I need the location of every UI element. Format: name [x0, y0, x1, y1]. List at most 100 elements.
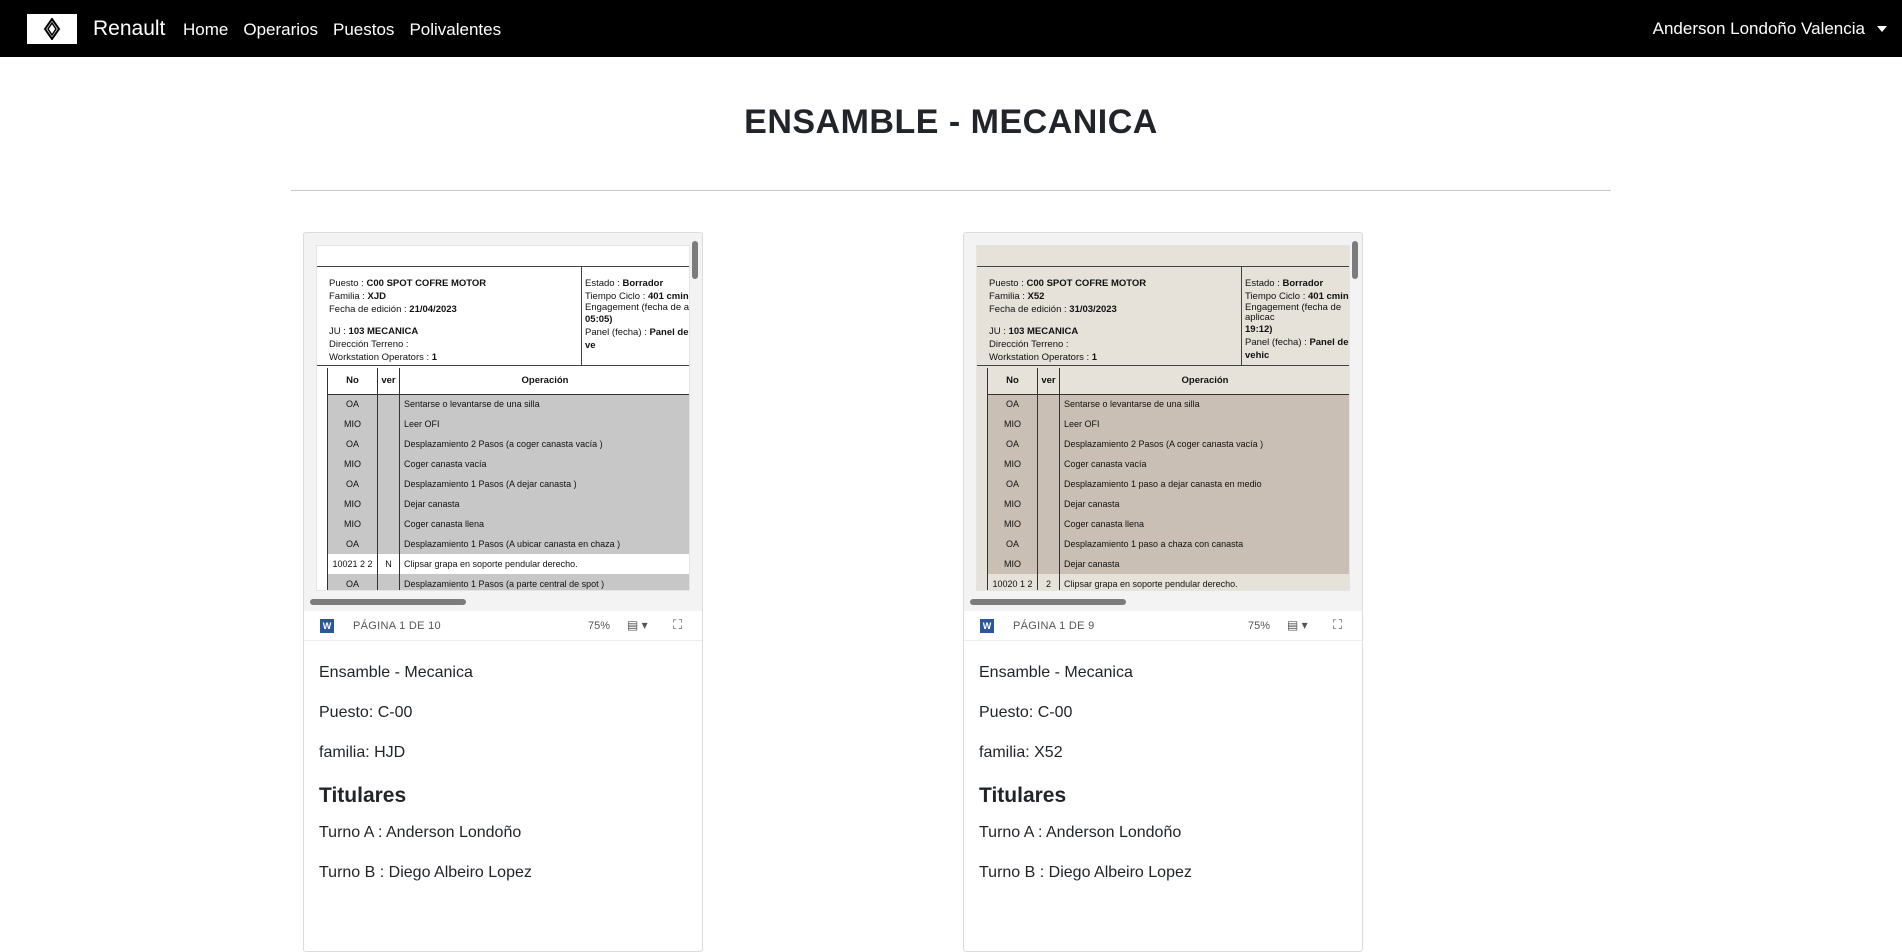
cell-operacion: Leer OFI [1059, 414, 1349, 434]
cell-ver [1037, 454, 1060, 474]
table-row: MIO Dejar canasta [327, 494, 689, 514]
table-row: MIO Coger canasta vacía [327, 454, 689, 474]
cell-operacion: Desplazamiento 2 Pasos (A coger canasta … [1059, 434, 1349, 454]
nav-polivalentes[interactable]: Polivalentes [409, 20, 501, 40]
cell-no: OA [327, 574, 378, 590]
cell-operacion: Coger canasta vacía [1059, 454, 1349, 474]
cell-no: MIO [327, 494, 378, 514]
page-layout-icon[interactable]: ▤ ▾ [1287, 618, 1308, 632]
document-header-left: Puesto : C00 SPOT COFRE MOTOR Familia : … [329, 278, 487, 363]
vertical-scrollbar[interactable] [1352, 241, 1358, 279]
turno-b: Turno B : Diego Albeiro Lopez [319, 864, 532, 881]
cell-ver [1037, 494, 1060, 514]
table-row: MIO Dejar canasta [987, 494, 1349, 514]
horizontal-scrollbar[interactable] [970, 599, 1126, 605]
cell-ver [377, 574, 400, 590]
area-label: Ensamble - Mecanica [319, 664, 473, 681]
table-row: MIO Coger canasta llena [987, 514, 1349, 534]
cell-ver [377, 474, 400, 494]
horizontal-scrollbar[interactable] [310, 599, 466, 605]
cell-operacion: Dejar canasta [1059, 494, 1349, 514]
document-page: Puesto : C00 SPOT COFRE MOTOR Familia : … [316, 245, 690, 591]
user-menu[interactable]: Anderson Londoño Valencia [1653, 19, 1887, 39]
page-info: PÁGINA 1 DE 10 [353, 620, 441, 632]
cell-no: MIO [987, 494, 1038, 514]
cell-no: 10020 1 2 [987, 574, 1038, 590]
table-row: OA Desplazamiento 2 Pasos (a coger canast… [327, 434, 689, 454]
table-row: OA Desplazamiento 1 Pasos (A dejar canast… [327, 474, 689, 494]
brand-name[interactable]: Renault [93, 17, 165, 41]
card-body: Ensamble - Mecanica Puesto: C-00 familia… [979, 653, 1349, 893]
cell-ver [377, 514, 400, 534]
cell-no: OA [987, 394, 1038, 414]
table-row: OA Desplazamiento 1 paso a chaza con cana… [987, 534, 1349, 554]
table-row: MIO Leer OFI [987, 414, 1349, 434]
word-icon[interactable]: W [980, 619, 994, 633]
document-viewer[interactable]: Puesto : C00 SPOT COFRE MOTOR Familia : … [304, 233, 702, 611]
col-no: No [327, 368, 378, 395]
zoom-level[interactable]: 75% [1248, 620, 1270, 632]
cell-operacion: Leer OFI [399, 414, 689, 434]
fullscreen-icon[interactable]: ⛶ [673, 617, 682, 633]
turno-b: Turno B : Diego Albeiro Lopez [979, 864, 1192, 881]
nav-operarios[interactable]: Operarios [243, 20, 318, 40]
cell-operacion: Desplazamiento 1 Pasos (a parte central … [399, 574, 689, 590]
table-row: OA Sentarse o levantarse de una silla [327, 394, 689, 414]
cell-ver [1037, 554, 1060, 574]
document-viewer[interactable]: Puesto : C00 SPOT COFRE MOTOR Familia : … [964, 233, 1362, 611]
word-icon[interactable]: W [320, 619, 334, 633]
puesto-card: Puesto : C00 SPOT COFRE MOTOR Familia : … [303, 232, 703, 952]
familia-label: familia: HJD [319, 744, 406, 761]
cell-ver [1037, 394, 1060, 414]
cell-no: MIO [327, 414, 378, 434]
cell-operacion: Desplazamiento 2 Pasos (a coger canasta … [399, 434, 689, 454]
table-row: MIO Coger canasta llena [327, 514, 689, 534]
nav-home[interactable]: Home [183, 20, 228, 40]
cell-operacion: Desplazamiento 1 paso a chaza con canast… [1059, 534, 1349, 554]
cell-ver [377, 434, 400, 454]
area-label: Ensamble - Mecanica [979, 664, 1133, 681]
cell-ver [1037, 474, 1060, 494]
table-row: OA Desplazamiento 1 paso a dejar canasta … [987, 474, 1349, 494]
page-title: ENSAMBLE - MECANICA [744, 103, 1158, 141]
cell-ver [1037, 534, 1060, 554]
puesto-label: Puesto: C-00 [319, 704, 413, 721]
table-row: MIO Coger canasta vacía [987, 454, 1349, 474]
page-layout-icon[interactable]: ▤ ▾ [627, 618, 648, 632]
table-row: MIO Leer OFI [327, 414, 689, 434]
cell-operacion: Desplazamiento 1 Pasos (A ubicar canasta… [399, 534, 689, 554]
cell-no: MIO [327, 514, 378, 534]
cell-ver: 2 [1037, 574, 1060, 590]
cell-operacion: Coger canasta llena [1059, 514, 1349, 534]
fullscreen-icon[interactable]: ⛶ [1333, 617, 1342, 633]
viewer-toolbar: W PÁGINA 1 DE 9 75% ▤ ▾ ⛶ [964, 611, 1362, 641]
cell-no: OA [987, 434, 1038, 454]
document-header-left: Puesto : C00 SPOT COFRE MOTOR Familia : … [989, 278, 1147, 363]
page-info: PÁGINA 1 DE 9 [1013, 620, 1095, 632]
cell-ver [1037, 414, 1060, 434]
cell-no: MIO [327, 454, 378, 474]
navbar: Renault Home Operarios Puestos Polivalen… [0, 0, 1902, 57]
cell-no: MIO [987, 514, 1038, 534]
cell-operacion: Clipsar grapa en soporte pendular derech… [399, 554, 689, 574]
renault-logo-icon[interactable] [27, 14, 77, 44]
chevron-down-icon [1877, 26, 1887, 32]
divider [291, 190, 1611, 191]
col-ver: ver [1037, 368, 1060, 395]
operations-table: No ver Operación OA Sentarse o levantarse… [327, 368, 689, 590]
user-name: Anderson Londoño Valencia [1652, 19, 1865, 38]
vertical-scrollbar[interactable] [692, 241, 698, 279]
cell-no: MIO [987, 414, 1038, 434]
cell-ver [377, 414, 400, 434]
cell-operacion: Clipsar grapa en soporte pendular derech… [1059, 574, 1349, 590]
nav-puestos[interactable]: Puestos [333, 20, 394, 40]
cell-operacion: Sentarse o levantarse de una silla [1059, 394, 1349, 414]
zoom-level[interactable]: 75% [588, 620, 610, 632]
cell-no: OA [987, 534, 1038, 554]
cell-no: MIO [987, 554, 1038, 574]
turno-a: Turno A : Anderson Londoño [319, 824, 522, 841]
document-page: Puesto : C00 SPOT COFRE MOTOR Familia : … [976, 245, 1350, 591]
cell-ver [1037, 514, 1060, 534]
table-row: OA Desplazamiento 2 Pasos (A coger canast… [987, 434, 1349, 454]
table-row: MIO Dejar canasta [987, 554, 1349, 574]
